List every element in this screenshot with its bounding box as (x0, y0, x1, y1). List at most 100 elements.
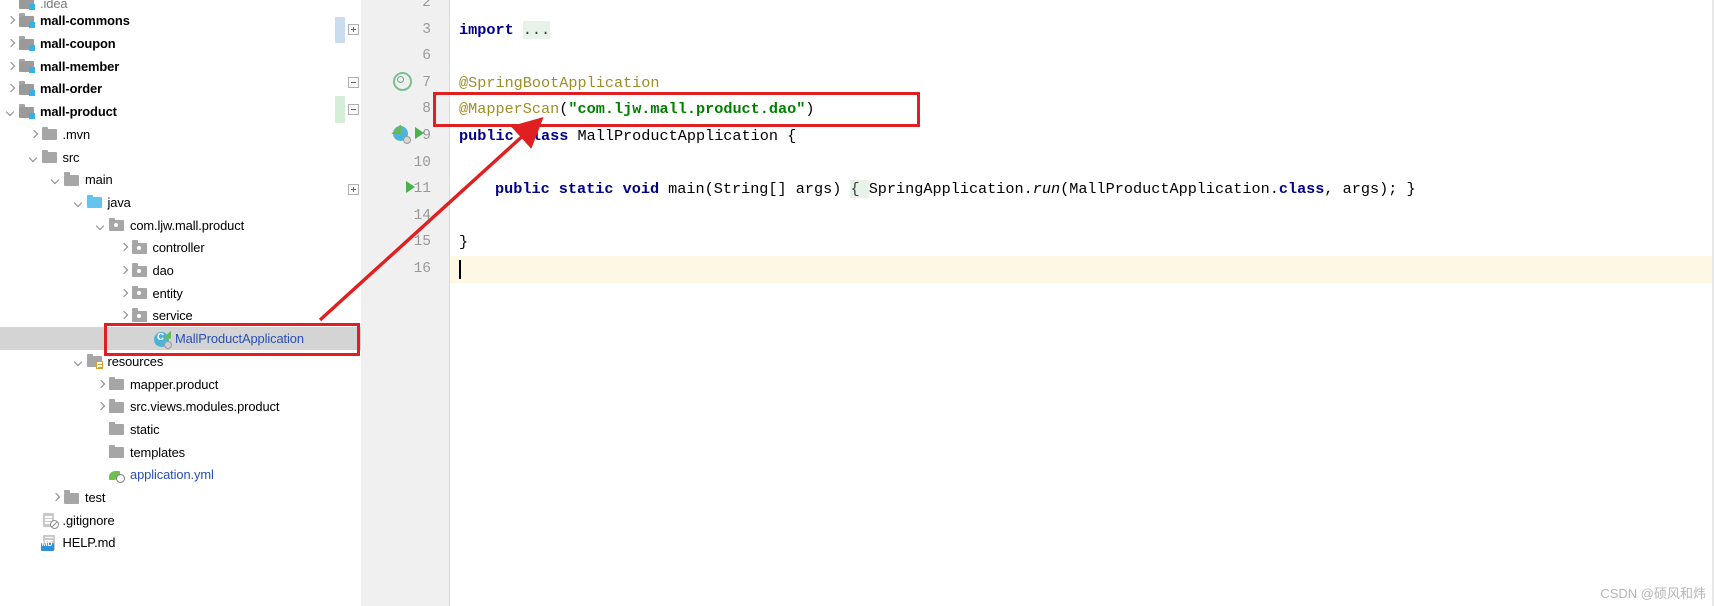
chevron-right-icon[interactable] (27, 128, 40, 141)
tree-item-label: test (85, 490, 106, 506)
code-editor[interactable]: 2 3 6 7 8 9 10 11 14 15 16 import ... @SpringBootAp… (335, 0, 1714, 606)
folder-icon (63, 172, 80, 188)
tree-item-label: mall-member (40, 58, 120, 74)
code-token: @SpringBootApplication (459, 73, 660, 92)
module-folder-icon (18, 81, 35, 97)
tree-item-test[interactable]: test (0, 486, 361, 509)
tree-item-label: resources (107, 353, 164, 369)
chevron-right-icon[interactable] (4, 37, 17, 50)
fold-expand-method-icon[interactable] (348, 184, 359, 195)
gutter-line-number: 8 (422, 101, 431, 118)
code-line-11[interactable]: public static void main(String[] args) {… (495, 176, 1416, 203)
chevron-right-icon[interactable] (4, 82, 17, 95)
fold-collapse-annotation-icon[interactable] (348, 104, 359, 115)
tree-item-mall-coupon[interactable]: mall-coupon (0, 32, 361, 55)
tree-item-label: dao (152, 263, 174, 279)
code-line-3[interactable]: import ... (459, 17, 551, 44)
run-main-method-gutter-icon[interactable] (406, 181, 415, 193)
run-application-gutter-icon[interactable] (415, 127, 424, 139)
fold-strip[interactable] (436, 0, 450, 606)
code-token: class (1278, 180, 1325, 199)
chevron-right-icon[interactable] (117, 241, 130, 254)
tree-item-help-md[interactable]: HELP.md (0, 532, 361, 555)
tree-item-mall-commons[interactable]: mall-commons (0, 10, 361, 33)
tree-item-label: src.views.modules.product (130, 399, 280, 415)
tree-item-mall-order[interactable]: mall-order (0, 78, 361, 101)
tree-item-src[interactable]: src (0, 146, 361, 169)
fold-collapse-class-icon[interactable] (348, 77, 359, 88)
resources-folder-icon (86, 353, 103, 370)
spring-boot-run-gutter-icon[interactable] (393, 126, 411, 144)
tree-item-label: .mvn (62, 126, 91, 142)
tree-item-main[interactable]: main (0, 168, 361, 191)
folder-icon (108, 376, 125, 392)
tree-item-mvn[interactable]: .mvn (0, 123, 361, 146)
code-token: public static void (495, 180, 669, 199)
spring-bean-gutter-icon[interactable] (393, 72, 412, 91)
tree-item-label: service (152, 308, 193, 324)
application-class-highlight-box (104, 323, 360, 356)
chevron-down-icon[interactable] (72, 355, 85, 368)
fold-expand-import-icon[interactable] (348, 24, 359, 35)
chevron-right-icon[interactable] (117, 264, 130, 277)
package-folder-icon (108, 217, 125, 233)
chevron-right-icon[interactable] (4, 14, 17, 27)
project-tool-window[interactable]: .idea mall-commons mall-coupon mall-member m… (0, 0, 361, 606)
tree-item-mapper-product[interactable]: mapper.product (0, 373, 361, 396)
chevron-right-icon[interactable] (49, 491, 62, 504)
tree-item-label: .gitignore (62, 512, 115, 528)
tree-item-mall-product[interactable]: mall-product (0, 100, 361, 123)
chevron-down-icon[interactable] (4, 105, 17, 118)
tree-item-label: controller (152, 240, 205, 256)
gutter-divider (449, 0, 450, 606)
tree-item-label: java (107, 194, 131, 210)
tree-item-label: com.ljw.mall.product (130, 217, 245, 233)
added-line-marker (335, 96, 345, 123)
tree-item-com-ljw-mall-product[interactable]: com.ljw.mall.product (0, 214, 361, 237)
chevron-down-icon[interactable] (94, 219, 107, 232)
tree-item-label: static (130, 421, 160, 437)
yaml-file-icon (108, 467, 125, 483)
chevron-right-icon[interactable] (94, 400, 107, 413)
chevron-right-icon[interactable] (4, 60, 17, 73)
gutter-line-number: 6 (422, 48, 431, 65)
source-folder-icon (86, 194, 103, 210)
tree-item-dao[interactable]: dao (0, 259, 361, 282)
chevron-down-icon[interactable] (27, 151, 40, 164)
tree-item-src-views-modules-product[interactable]: src.views.modules.product (0, 395, 361, 418)
tree-item-controller[interactable]: controller (0, 237, 361, 260)
tree-item-label: mall-coupon (40, 36, 116, 52)
chevron-down-icon[interactable] (49, 173, 62, 186)
tree-item-label: mapper.product (130, 376, 219, 392)
chevron-down-icon[interactable] (72, 196, 85, 209)
gitignore-file-icon (41, 512, 59, 530)
module-folder-icon (18, 104, 35, 120)
chevron-right-icon[interactable] (117, 309, 130, 322)
gutter-line-number: 15 (413, 234, 431, 251)
package-folder-icon (131, 240, 148, 256)
tree-item-java[interactable]: java (0, 191, 361, 214)
tree-item-templates[interactable]: templates (0, 441, 361, 464)
chevron-right-icon[interactable] (94, 378, 107, 391)
code-token: (MallProductApplication. (1060, 180, 1279, 199)
tree-item-label: templates (130, 444, 185, 460)
code-line-15[interactable]: } (459, 229, 468, 256)
tree-item-entity[interactable]: entity (0, 282, 361, 305)
gutter-line-number: 14 (413, 207, 431, 224)
tree-item-static[interactable]: static (0, 418, 361, 441)
chevron-right-icon[interactable] (117, 287, 130, 300)
tree-item-application-yml[interactable]: application.yml (0, 464, 361, 487)
gutter-line-number: 11 (413, 181, 431, 198)
tree-item-mall-member[interactable]: mall-member (0, 55, 361, 78)
tree-item-gitignore[interactable]: .gitignore (0, 509, 361, 532)
